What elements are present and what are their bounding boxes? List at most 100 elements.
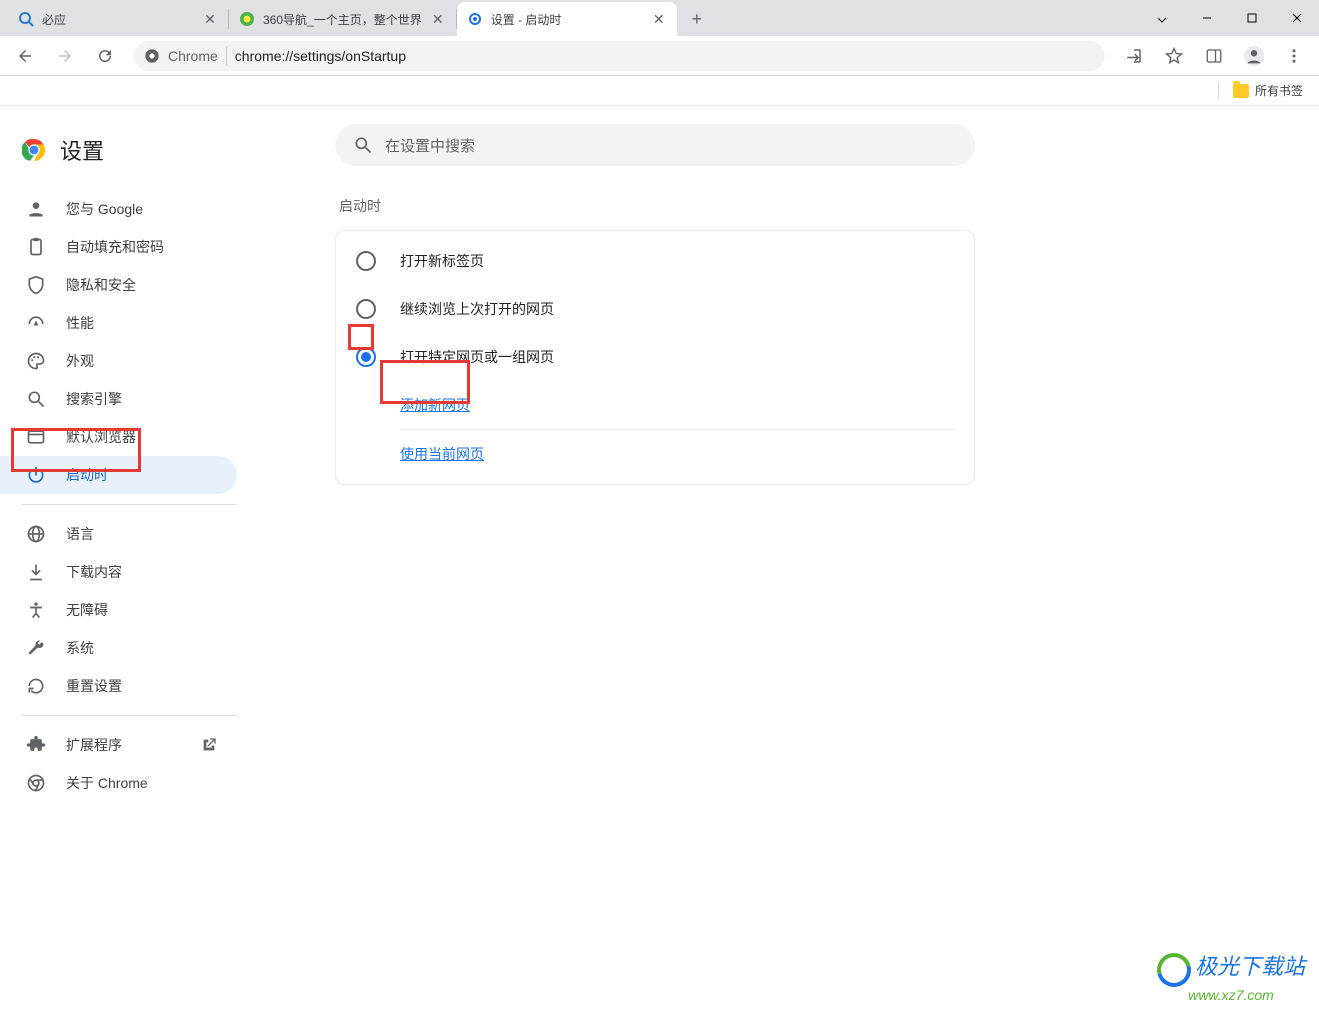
browser-tab-settings[interactable]: 设置 - 启动时 ✕: [457, 2, 677, 36]
settings-search-input[interactable]: 在设置中搜索: [335, 124, 975, 166]
speed-icon: [26, 313, 46, 333]
add-new-page-row: 添加新网页: [336, 381, 974, 429]
site-chrome-icon: [144, 48, 160, 64]
startup-option-continue[interactable]: 继续浏览上次打开的网页: [336, 285, 974, 333]
tab-strip: 必应 ✕ 360导航_一个主页，整个世界 ✕ 设置 - 启动时 ✕ +: [0, 2, 1139, 36]
tab-close-button[interactable]: ✕: [202, 11, 218, 27]
tab-close-button[interactable]: ✕: [651, 11, 667, 27]
window-collapse-button[interactable]: [1139, 3, 1184, 33]
sidebar-item-label: 系统: [66, 638, 94, 658]
sidebar-header: 设置: [0, 126, 255, 190]
sidebar-item-extensions[interactable]: 扩展程序: [0, 726, 237, 764]
bookmarks-separator: [1218, 82, 1219, 100]
sidebar-item-label: 外观: [66, 351, 94, 371]
reload-button[interactable]: [88, 39, 122, 73]
startup-option-specific-pages[interactable]: 打开特定网页或一组网页: [336, 333, 974, 381]
window-titlebar: 必应 ✕ 360导航_一个主页，整个世界 ✕ 设置 - 启动时 ✕ +: [0, 0, 1319, 36]
sidebar-item-default-browser[interactable]: 默认浏览器: [0, 418, 237, 456]
watermark-line1: 极光下载站: [1195, 954, 1305, 979]
sidebar-item-search-engine[interactable]: 搜索引擎: [0, 380, 237, 418]
clipboard-icon: [26, 237, 46, 257]
sidebar-item-on-startup[interactable]: 启动时: [0, 456, 237, 494]
window-minimize-button[interactable]: [1184, 3, 1229, 33]
bookmarks-bar: 所有书签: [0, 76, 1319, 106]
settings-main: 在设置中搜索 启动时 打开新标签页 继续浏览上次打开的网页 打开特定网页或一组网…: [255, 106, 1319, 1013]
search-icon: [26, 389, 46, 409]
puzzle-icon: [26, 735, 46, 755]
radio-label: 继续浏览上次打开的网页: [400, 299, 554, 319]
watermark: 极光下载站 www.xz7.com: [1157, 949, 1305, 1003]
sidebar-item-languages[interactable]: 语言: [0, 515, 237, 553]
sidebar-item-appearance[interactable]: 外观: [0, 342, 237, 380]
radio-label: 打开新标签页: [400, 251, 484, 271]
chrome-logo-icon: [22, 138, 46, 162]
radio-checked-icon: [356, 347, 376, 367]
sidebar-item-reset[interactable]: 重置设置: [0, 667, 237, 705]
tab-title: 设置 - 启动时: [491, 11, 643, 28]
settings-title: 设置: [60, 134, 104, 166]
startup-option-new-tab[interactable]: 打开新标签页: [336, 237, 974, 285]
browser-toolbar: Chrome chrome://settings/onStartup: [0, 36, 1319, 76]
url-scheme-label: Chrome: [168, 48, 218, 64]
sidebar-item-downloads[interactable]: 下载内容: [0, 553, 237, 591]
sidebar-item-label: 您与 Google: [66, 199, 143, 219]
sidebar-item-label: 扩展程序: [66, 735, 122, 755]
download-icon: [26, 562, 46, 582]
sidebar-divider: [22, 715, 237, 716]
bookmark-star-button[interactable]: [1157, 39, 1191, 73]
window-controls: [1139, 0, 1319, 36]
person-icon: [26, 199, 46, 219]
side-panel-button[interactable]: [1197, 39, 1231, 73]
accessibility-icon: [26, 600, 46, 620]
radio-label: 打开特定网页或一组网页: [400, 347, 554, 367]
window-maximize-button[interactable]: [1229, 3, 1274, 33]
browser-tab-360[interactable]: 360导航_一个主页，整个世界 ✕: [229, 2, 456, 36]
radio-unchecked-icon: [356, 251, 376, 271]
sidebar-item-label: 关于 Chrome: [66, 773, 148, 793]
power-icon: [26, 465, 46, 485]
sidebar-item-label: 重置设置: [66, 676, 122, 696]
radio-unchecked-icon: [356, 299, 376, 319]
sidebar-item-label: 无障碍: [66, 600, 108, 620]
tab-title: 必应: [42, 11, 194, 28]
sidebar-item-label: 自动填充和密码: [66, 237, 164, 257]
profile-button[interactable]: [1237, 39, 1271, 73]
share-button[interactable]: [1117, 39, 1151, 73]
browser-tab-bing[interactable]: 必应 ✕: [8, 2, 228, 36]
wrench-icon: [26, 638, 46, 658]
section-title-startup: 启动时: [339, 196, 381, 216]
tab-close-button[interactable]: ✕: [430, 11, 446, 27]
sidebar-divider: [22, 504, 237, 505]
sidebar-item-label: 隐私和安全: [66, 275, 136, 295]
browser-menu-button[interactable]: [1277, 39, 1311, 73]
sidebar-item-autofill[interactable]: 自动填充和密码: [0, 228, 237, 266]
window-close-button[interactable]: [1274, 3, 1319, 33]
back-button[interactable]: [8, 39, 42, 73]
sidebar-item-you-and-google[interactable]: 您与 Google: [0, 190, 237, 228]
sidebar-item-privacy[interactable]: 隐私和安全: [0, 266, 237, 304]
use-current-pages-row: 使用当前网页: [336, 430, 974, 478]
360-icon: [239, 11, 255, 27]
url-text: chrome://settings/onStartup: [235, 48, 406, 64]
browser-icon: [26, 427, 46, 447]
settings-gear-icon: [467, 11, 483, 27]
settings-search-placeholder: 在设置中搜索: [385, 135, 475, 156]
tab-title: 360导航_一个主页，整个世界: [263, 11, 422, 28]
external-link-icon: [201, 737, 217, 753]
address-bar[interactable]: Chrome chrome://settings/onStartup: [134, 41, 1105, 71]
use-current-pages-link[interactable]: 使用当前网页: [400, 446, 484, 462]
all-bookmarks-button[interactable]: 所有书签: [1255, 82, 1303, 99]
startup-options-card: 打开新标签页 继续浏览上次打开的网页 打开特定网页或一组网页 添加新网页 使用当…: [335, 230, 975, 485]
sidebar-item-system[interactable]: 系统: [0, 629, 237, 667]
add-new-page-link[interactable]: 添加新网页: [400, 397, 470, 413]
forward-button[interactable]: [48, 39, 82, 73]
new-tab-button[interactable]: +: [683, 5, 711, 33]
folder-icon: [1233, 84, 1249, 98]
sidebar-item-accessibility[interactable]: 无障碍: [0, 591, 237, 629]
sidebar-item-label: 语言: [66, 524, 94, 544]
sidebar-item-about-chrome[interactable]: 关于 Chrome: [0, 764, 237, 802]
bing-icon: [18, 11, 34, 27]
sidebar-item-label: 默认浏览器: [66, 427, 136, 447]
palette-icon: [26, 351, 46, 371]
sidebar-item-performance[interactable]: 性能: [0, 304, 237, 342]
